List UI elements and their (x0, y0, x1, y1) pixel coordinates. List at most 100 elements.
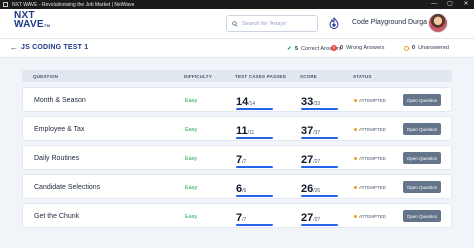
test-header-bar: ← JS CODING TEST 1 ✔ 5 Correct Answers ✕… (0, 39, 474, 58)
open-question-button[interactable]: Open Question (403, 181, 441, 193)
check-icon: ✔ (287, 46, 293, 52)
table-row: Employee & Tax Easy 11/11 37/37 ATTEMPTED Ope… (22, 116, 452, 141)
difficulty-label: Easy (185, 185, 198, 191)
test-cases-passed: 7/7 (236, 150, 276, 168)
difficulty-label: Easy (185, 98, 198, 104)
open-question-button[interactable]: Open Question (403, 152, 441, 164)
minimize-icon[interactable]: — (426, 0, 442, 9)
status-text: ATTEMPTED (359, 156, 386, 161)
window-titlebar: NXT WAVE - Revolutionising the Job Marke… (0, 0, 474, 9)
tc-progress-bar (236, 166, 273, 168)
open-question-button[interactable]: Open Question (403, 123, 441, 135)
logo-line-2: WAVE (14, 19, 44, 30)
search-box[interactable] (226, 15, 318, 32)
tc-progress-bar (236, 195, 273, 197)
score: 27/27 (301, 150, 341, 168)
tc-total-value: /7 (242, 217, 247, 223)
correct-count: 5 (295, 45, 299, 52)
difficulty-label: Easy (185, 214, 198, 220)
user-name[interactable]: Durga (408, 19, 427, 26)
status-badge: ATTEMPTED (354, 156, 386, 161)
column-difficulty: DIFFICULTY (184, 74, 212, 79)
maximize-icon[interactable]: ▢ (442, 0, 458, 9)
status-text: ATTEMPTED (359, 185, 386, 190)
table-row: Candidate Selections Easy 6/6 26/26 ATTEMPTE… (22, 174, 452, 199)
score: 26/26 (301, 179, 341, 197)
close-icon[interactable]: ✕ (458, 0, 474, 9)
table-header: QUESTION DIFFICULTY TEST CASES PASSED SC… (22, 70, 452, 82)
column-score: SCORE (300, 74, 318, 79)
avatar[interactable] (428, 13, 448, 33)
score-total: /27 (313, 159, 321, 165)
status-dot-icon (354, 128, 357, 131)
status-badge: ATTEMPTED (354, 214, 386, 219)
wrong-answers-summary: ✕ 0 Wrong Answers (331, 45, 384, 51)
question-name[interactable]: Employee & Tax (34, 126, 84, 133)
window-controls: — ▢ ✕ (426, 0, 474, 9)
code-playground-link[interactable]: Code Playground (352, 19, 406, 26)
streak-icon[interactable] (329, 17, 339, 29)
tc-total-value: /14 (248, 101, 256, 107)
top-navbar: NXT WAVETM Code Playground Durga (0, 9, 474, 39)
question-name[interactable]: Month & Season (34, 97, 86, 104)
test-title: JS CODING TEST 1 (21, 44, 89, 51)
wrong-count: 0 (340, 45, 344, 51)
tc-progress-bar (236, 224, 273, 226)
question-name[interactable]: Get the Chunk (34, 213, 79, 220)
open-question-button[interactable]: Open Question (403, 94, 441, 106)
nxtwave-logo[interactable]: NXT WAVETM (14, 11, 50, 30)
unanswered-icon (404, 45, 409, 51)
app-icon (3, 2, 8, 7)
status-dot-icon (354, 157, 357, 160)
unanswered-summary: 0 Unanswered (404, 45, 449, 51)
status-dot-icon (354, 215, 357, 218)
score-value: 27 (301, 212, 314, 224)
score-progress-bar (301, 137, 338, 139)
window-title: NXT WAVE - Revolutionising the Job Marke… (12, 1, 135, 8)
question-name[interactable]: Daily Routines (34, 155, 79, 162)
status-text: ATTEMPTED (359, 214, 386, 219)
test-cases-passed: 7/7 (236, 208, 276, 226)
status-badge: ATTEMPTED (354, 127, 386, 132)
column-question: QUESTION (33, 74, 59, 79)
score-progress-bar (301, 224, 338, 226)
table-row: Month & Season Easy 14/14 33/33 ATTEMPTED Ope… (22, 87, 452, 112)
score-value: 27 (301, 154, 314, 166)
score: 27/27 (301, 208, 341, 226)
status-badge: ATTEMPTED (354, 98, 386, 103)
score-total: /26 (313, 188, 321, 194)
status-dot-icon (354, 99, 357, 102)
column-status: STATUS (353, 74, 372, 79)
wrong-icon: ✕ (331, 45, 337, 51)
score-progress-bar (301, 166, 338, 168)
score: 33/33 (301, 92, 341, 110)
test-cases-passed: 11/11 (236, 121, 276, 139)
column-test-cases: TEST CASES PASSED (235, 74, 287, 79)
score-value: 37 (301, 125, 314, 137)
back-arrow-icon[interactable]: ← (10, 43, 18, 53)
score-total: /33 (313, 101, 321, 107)
search-input[interactable] (242, 20, 316, 27)
score-value: 33 (301, 96, 314, 108)
test-cases-passed: 6/6 (236, 179, 276, 197)
open-question-button[interactable]: Open Question (403, 210, 441, 222)
tc-total-value: /6 (242, 188, 247, 194)
tc-total-value: /7 (242, 159, 247, 165)
search-icon (232, 20, 238, 27)
score: 37/37 (301, 121, 341, 139)
status-dot-icon (354, 186, 357, 189)
score-progress-bar (301, 108, 338, 110)
unanswered-label: Unanswered (418, 45, 449, 51)
tc-progress-bar (236, 137, 273, 139)
logo-trademark: TM (43, 23, 51, 28)
score-progress-bar (301, 195, 338, 197)
tc-passed-value: 11 (236, 125, 248, 137)
status-badge: ATTEMPTED (354, 185, 386, 190)
test-cases-passed: 14/14 (236, 92, 276, 110)
wrong-label: Wrong Answers (346, 45, 385, 51)
tc-passed-value: 14 (236, 96, 249, 108)
question-name[interactable]: Candidate Selections (34, 184, 100, 191)
tc-progress-bar (236, 108, 273, 110)
difficulty-label: Easy (185, 127, 198, 133)
score-total: /37 (313, 130, 321, 136)
